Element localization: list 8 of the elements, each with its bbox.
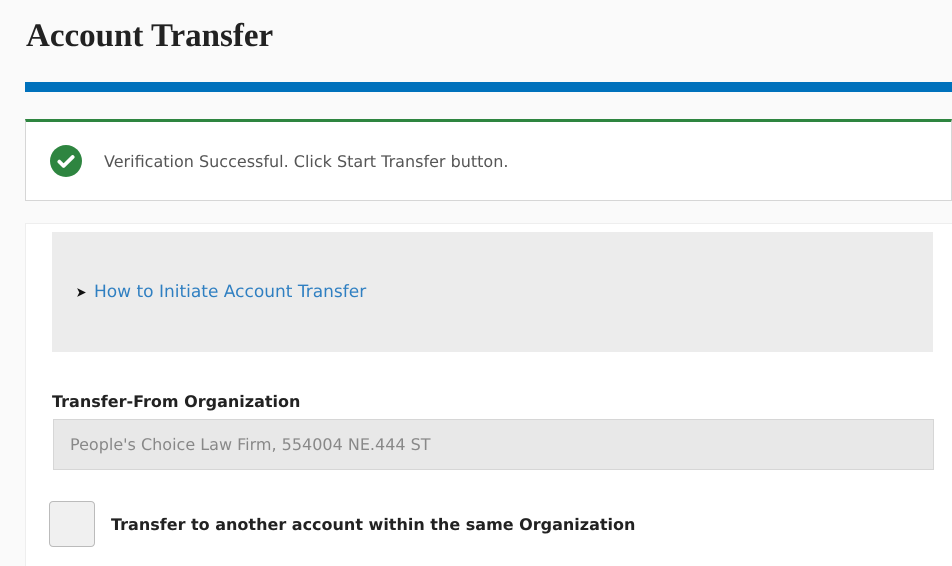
alert-message: Verification Successful. Click Start Transfer button. — [104, 152, 508, 170]
checkbox-label: Transfer to another account within the same Organization — [111, 514, 636, 534]
caret-icon[interactable] — [76, 286, 87, 298]
help-link[interactable]: How to Initiate Account Transfer — [94, 282, 366, 302]
check-circle-icon — [50, 145, 82, 177]
field-label: Transfer-From Organization — [52, 392, 302, 411]
checkbox[interactable] — [49, 501, 95, 547]
page-title: Account Transfer — [26, 17, 274, 56]
